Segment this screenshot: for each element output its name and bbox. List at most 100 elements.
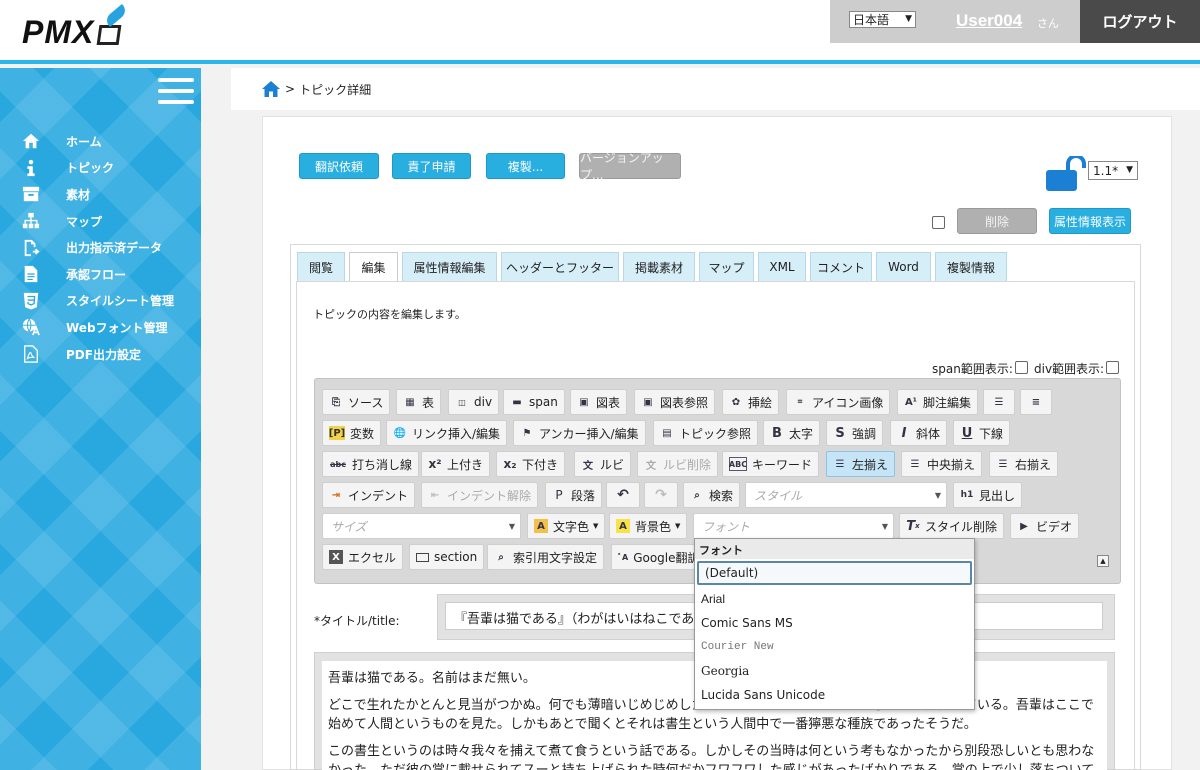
subscript-button[interactable]: x₂ 下付き bbox=[496, 451, 566, 477]
user-name-link[interactable]: User004 bbox=[956, 11, 1022, 31]
font-option-comic-sans[interactable]: Comic Sans MS bbox=[695, 611, 974, 635]
span-button[interactable]: ▬ span bbox=[503, 389, 565, 415]
collapse-toolbar-icon[interactable]: ▲ bbox=[1097, 555, 1109, 567]
section-label: section bbox=[434, 550, 478, 564]
superscript-button[interactable]: x² 上付き bbox=[421, 451, 491, 477]
indent-button[interactable]: ⇥ インデント bbox=[322, 482, 416, 508]
ruby-icon: 文 bbox=[583, 460, 593, 472]
footnote-label: 脚注編集 bbox=[923, 395, 972, 410]
topic-ref-button[interactable]: ▤ トピック参照 bbox=[653, 420, 759, 446]
align-left-button[interactable]: ☰ 左揃え bbox=[826, 451, 896, 477]
sidebar-item-home[interactable]: ホーム bbox=[0, 128, 201, 155]
font-option-arial[interactable]: Arial bbox=[695, 587, 974, 611]
archive-icon bbox=[20, 184, 42, 204]
version-up-button[interactable]: バージョンアップ... bbox=[579, 151, 681, 182]
chevron-down-icon: ▼ bbox=[593, 522, 599, 530]
div-button[interactable]: ◫ div bbox=[448, 389, 500, 415]
clear-style-button[interactable]: Tx スタイル削除 bbox=[899, 513, 1005, 539]
tab-copy-info[interactable]: 複製情報 bbox=[935, 252, 1007, 281]
translate-request-button[interactable]: 翻訳依頼 bbox=[299, 153, 379, 179]
div-icon: ◫ bbox=[458, 397, 466, 407]
bold-button[interactable]: B 太字 bbox=[763, 420, 821, 446]
keyword-button[interactable]: ABC キーワード bbox=[722, 451, 820, 477]
strike-button[interactable]: abc 打ち消し線 bbox=[322, 451, 420, 477]
figure-button[interactable]: ▣ 図表 bbox=[570, 389, 628, 415]
copy-button[interactable]: 複製... bbox=[486, 153, 565, 179]
language-select[interactable]: 日本語 ▼ bbox=[849, 11, 916, 28]
text-color-button[interactable]: A 文字色 ▼ bbox=[527, 513, 606, 539]
tab-comment[interactable]: コメント bbox=[810, 252, 872, 281]
version-select[interactable]: 1.1* ▼ bbox=[1088, 161, 1138, 180]
sidebar-item-webfont[interactable]: Webフォント管理 bbox=[0, 314, 201, 341]
font-option-georgia[interactable]: Georgia bbox=[695, 659, 974, 683]
anchor-button[interactable]: ⚑ アンカー挿入/編集 bbox=[513, 420, 646, 446]
paragraph-button[interactable]: P 段落 bbox=[545, 482, 603, 508]
size-combo[interactable]: サイズ ▼ bbox=[322, 513, 521, 539]
sidebar-item-output-data[interactable]: 出力指示済データ bbox=[0, 234, 201, 261]
video-button[interactable]: ▶ ビデオ bbox=[1010, 513, 1080, 539]
icon-image-icon: ⌗ bbox=[797, 397, 803, 406]
ruby-delete-button[interactable]: 文ルビ削除 bbox=[637, 451, 719, 477]
sidebar-item-map[interactable]: マップ bbox=[0, 208, 201, 235]
link-button[interactable]: 🌐 リンク挿入/編集 bbox=[386, 420, 508, 446]
tab-materials[interactable]: 掲載素材 bbox=[623, 252, 695, 281]
style-combo[interactable]: スタイル ▼ bbox=[745, 482, 947, 508]
bullet-list-button[interactable]: ☰ bbox=[983, 389, 1015, 415]
google-translate-button[interactable]: ﾞA Google翻訳 bbox=[611, 544, 695, 570]
section-button[interactable]: section bbox=[409, 544, 485, 570]
heading-icon: h1 bbox=[960, 490, 974, 500]
tab-map[interactable]: マップ bbox=[699, 252, 754, 281]
heading-button[interactable]: h1 見出し bbox=[953, 482, 1023, 508]
variable-button[interactable]: [P] 変数 bbox=[322, 420, 382, 446]
source-button[interactable]: ⎘ ソース bbox=[322, 389, 391, 415]
logo[interactable]: PMX bbox=[22, 3, 130, 54]
tab-edit[interactable]: 編集 bbox=[349, 252, 398, 282]
home-icon[interactable] bbox=[261, 80, 281, 98]
style-combo-placeholder: スタイル bbox=[754, 488, 803, 503]
index-setting-button[interactable]: ⌕ 索引用文字設定 bbox=[487, 544, 605, 570]
font-option-default[interactable]: (Default) bbox=[697, 561, 972, 585]
delete-button[interactable]: 削除 bbox=[957, 208, 1037, 234]
undo-button[interactable]: ↶ bbox=[606, 482, 640, 508]
outdent-button[interactable]: ⇤ インデント解除 bbox=[421, 482, 539, 508]
align-center-button[interactable]: ☰ 中央揃え bbox=[901, 451, 983, 477]
tab-view[interactable]: 閲覧 bbox=[297, 252, 345, 281]
tab-header-footer[interactable]: ヘッダーとフッター bbox=[501, 252, 619, 281]
tab-xml[interactable]: XML bbox=[758, 252, 806, 281]
align-right-button[interactable]: ☰ 右揃え bbox=[989, 451, 1059, 477]
underline-button[interactable]: U 下線 bbox=[953, 420, 1011, 446]
font-combo[interactable]: フォント ▼ bbox=[693, 513, 894, 539]
sidebar-item-stylesheet[interactable]: スタイルシート管理 bbox=[0, 288, 201, 315]
redo-button[interactable]: ↷ bbox=[644, 482, 678, 508]
figure-ref-button[interactable]: ▣ 図表参照 bbox=[634, 389, 716, 415]
div-range-checkbox[interactable] bbox=[1106, 361, 1119, 374]
show-attributes-button[interactable]: 属性情報表示 bbox=[1049, 208, 1131, 234]
font-option-courier[interactable]: Courier New bbox=[695, 635, 974, 659]
bg-color-button[interactable]: A 背景色 ▼ bbox=[609, 513, 688, 539]
numbered-list-button[interactable]: ≡ bbox=[1020, 389, 1052, 415]
table-button[interactable]: ▦ 表 bbox=[396, 389, 442, 415]
responsibility-request-button[interactable]: 責了申請 bbox=[392, 153, 471, 179]
sidebar-item-topic[interactable]: トピック bbox=[0, 155, 201, 182]
sidebar-item-approval-flow[interactable]: 承認フロー bbox=[0, 261, 201, 288]
delete-checkbox[interactable] bbox=[932, 216, 945, 229]
illustration-button[interactable]: ✿ 挿絵 bbox=[722, 389, 780, 415]
logout-button[interactable]: ログアウト bbox=[1080, 0, 1200, 43]
italic-button[interactable]: I 斜体 bbox=[890, 420, 948, 446]
font-option-lucida[interactable]: Lucida Sans Unicode bbox=[695, 683, 974, 707]
binoculars-icon: ⌕ bbox=[694, 489, 700, 501]
icon-image-button[interactable]: ⌗ アイコン画像 bbox=[786, 389, 891, 415]
excel-button[interactable]: X エクセル bbox=[322, 544, 404, 570]
unlock-icon[interactable] bbox=[1046, 156, 1086, 192]
tab-word[interactable]: Word bbox=[876, 252, 931, 281]
search-button[interactable]: ⌕ 検索 bbox=[683, 482, 741, 508]
tab-attribute-edit[interactable]: 属性情報編集 bbox=[402, 252, 497, 281]
emphasis-button[interactable]: S 強調 bbox=[826, 420, 884, 446]
sidebar-item-pdf-settings[interactable]: PDF出力設定 bbox=[0, 341, 201, 368]
menu-toggle-icon[interactable] bbox=[158, 76, 194, 106]
italic-icon: I bbox=[901, 425, 907, 441]
ruby-button[interactable]: 文ルビ bbox=[574, 451, 632, 477]
footnote-button[interactable]: A¹ 脚注編集 bbox=[897, 389, 979, 415]
span-range-checkbox[interactable] bbox=[1015, 361, 1028, 374]
sidebar-item-material[interactable]: 素材 bbox=[0, 181, 201, 208]
